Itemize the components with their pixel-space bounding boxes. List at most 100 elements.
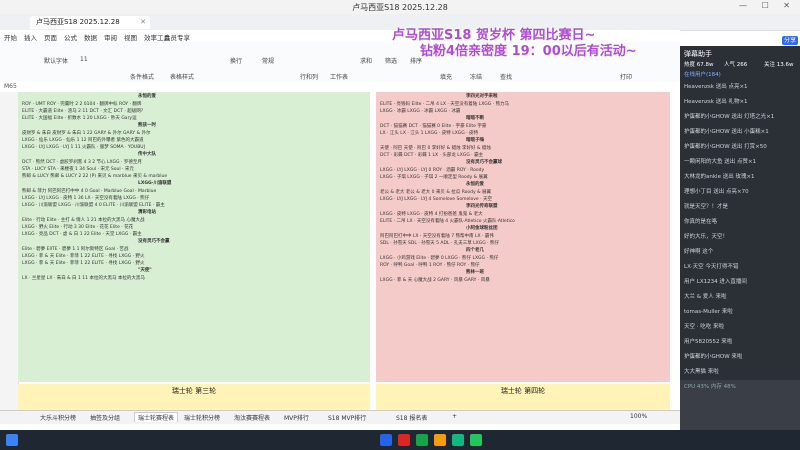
conditional-format-button[interactable]: 条件格式 — [130, 72, 154, 81]
font-size-select[interactable]: 11 — [80, 56, 88, 63]
menu-item-6[interactable]: 视图 — [124, 32, 137, 42]
section-title: 小阿金球粉丝团 — [466, 226, 498, 231]
rows-columns-button[interactable]: 行和列 — [300, 72, 318, 81]
share-button[interactable]: 分享 — [782, 36, 798, 45]
zoom-level[interactable]: 100% — [630, 413, 647, 420]
sum-button[interactable]: 求和 — [360, 56, 372, 65]
table-style-button[interactable]: 表格样式 — [170, 72, 194, 81]
table-row[interactable]: LXGG · 菲 & 天 心魔大战 2 GARY · 风暴 GARY · 风暴 — [380, 278, 490, 284]
spreadsheet-grid[interactable]: 永恒的爱 ROY · UMT ROY · 完羹时 2 2 0104 · 翻牌中标 … — [0, 92, 680, 410]
app-icon[interactable] — [398, 434, 410, 446]
wechat-icon[interactable] — [470, 434, 482, 446]
table-row[interactable]: LX · 兰星星 LX · 朱白 & 白 1 11 本拉的大黑马 本拉的大黑马 — [22, 276, 145, 282]
menu-item-5[interactable]: 审阅 — [104, 32, 117, 42]
chat-message: 护蛋都的小GHOW 来啦 — [684, 354, 743, 360]
app-icon[interactable] — [380, 434, 392, 446]
freeze-button[interactable]: 冻结 — [470, 72, 482, 81]
table-row[interactable]: LXGG · 仙乐 LXGG · 仙乐 1 12 阿巴的外曝者 紫色的大霸道 — [22, 138, 143, 144]
window-controls[interactable]: — ☐ ✕ — [739, 1, 796, 10]
system-stats: CPU 43% 内存 48% — [684, 384, 736, 390]
sheet-tab[interactable]: MVP排行 — [284, 413, 309, 422]
section-title: "天使" — [138, 268, 152, 273]
sheet-tab[interactable]: S18 报名表 — [396, 413, 427, 422]
sheet-tab[interactable]: S18 MVP排行 — [328, 413, 366, 422]
table-row[interactable]: LXGG · 小鸡游戏 Elite · 碧夢 0 LXGG · 熊仔 LXGG … — [380, 256, 498, 262]
print-button[interactable]: 打印 — [620, 72, 632, 81]
sheet-tab[interactable]: 大乐斗积分榜 — [40, 413, 76, 422]
table-row[interactable]: ELITE · 大国福 Elite · 折数水 1 20 LXGG · 秒天 G… — [22, 116, 137, 122]
menu-item-8[interactable]: 会员专享 — [164, 32, 190, 42]
chat-message: 大大黑猫 来啦 — [684, 369, 719, 375]
menu-item-0[interactable]: 开始 — [4, 32, 17, 42]
webcam-feed: CPU 43% 内存 48% — [680, 380, 800, 430]
right-round-header[interactable]: 瑞士轮 第四轮 — [376, 384, 670, 410]
table-row[interactable]: LXGG · LYJ LXGG · 皮特 1 36 LX · 天空没有着陆 LX… — [22, 196, 149, 202]
document-tab[interactable]: 卢马西亚S18 2025.12.28 ✕ — [30, 16, 150, 29]
sheet-tab[interactable]: 抽签及分组 — [90, 413, 120, 422]
menu-item-3[interactable]: 公式 — [64, 32, 77, 42]
table-row[interactable]: 皮财罗 & 朱白 皮财罗 & 朱白 1 22 GARY & 外尔 GARY & … — [22, 131, 151, 137]
menu-item-2[interactable]: 页面 — [44, 32, 57, 42]
table-row[interactable]: LXGG · 冰霸 LXGG · 冰霸 LXGG · 冰霸 — [380, 109, 460, 115]
table-row[interactable]: SDL · 孙雪天 SDL · 孙雪天 5 ADL · 孔夫三草 LXGG · … — [380, 241, 499, 247]
sheet-tab[interactable]: 淘汰赛赛程表 — [234, 413, 270, 422]
wrap-button[interactable]: 换行 — [230, 56, 242, 65]
table-row[interactable]: ELITE · 亮钱码 Elite · 二吊 4 LX · 天空没有着陆 LXG… — [380, 102, 509, 108]
worksheet-button[interactable]: 工作表 — [330, 72, 348, 81]
close-icon[interactable]: ✕ — [140, 16, 146, 29]
table-row[interactable]: LXGG · 野火 Elite · 行动 3 30 Elite · 花花 Eli… — [22, 225, 133, 231]
table-row[interactable]: 熊邮 & 菲力 阿巴阿巴打中中 4 0 Goal · Marblue Goal … — [22, 189, 156, 195]
chat-message: 大林龙的ankle 送出 玫瑰×1 — [684, 174, 755, 180]
app-icon[interactable] — [416, 434, 428, 446]
table-row[interactable]: ELITE · 二吊 LX · 天空没有着陆 4 火霸队·Atletico 火霸… — [380, 219, 515, 225]
table-row[interactable]: LXGG · 子琪 LXGG · 子琪 2 一顺定型 Roody & 展翼 — [380, 175, 488, 181]
table-row[interactable]: DCT · 熊然 DCT · 虚胶罗刹客 4 3 2 节心 LXGG · 罗德至… — [22, 160, 142, 166]
font-select[interactable]: 默认字体 — [44, 56, 68, 65]
fill-button[interactable]: 填充 — [440, 72, 452, 81]
left-round-title: 瑞士轮 第三轮 — [171, 387, 217, 395]
table-row[interactable]: Elite · 行动 Elite · 主打 & 情人 1 21 本拉的大黑马 心… — [22, 218, 144, 224]
table-row[interactable]: Elite · 碧夢 ElITE · 碧夢 1 1 阿尔斯特区 Goal · 苦… — [22, 247, 128, 253]
table-row[interactable]: LXGG · LYJ LXGG · LYJ 1 11 火霸队 · 服梦 SOMA… — [22, 145, 145, 151]
section-title: 没有灵巧不会赢 — [138, 239, 170, 244]
online-users-tab[interactable]: 在线用户(184) — [684, 70, 796, 78]
table-row[interactable]: ELITE · 大霸道 Elite · 渣马 2 11 DCT · 文汇 DCT… — [22, 109, 143, 115]
window-title: 卢马西亚S18 2025.12.28 — [352, 3, 448, 12]
sheet-tab[interactable]: + — [452, 413, 457, 420]
table-row[interactable]: LXGG · 亮品 DCT · 虚 & 白 1 22 Elite · 天堂 LX… — [22, 232, 142, 238]
chat-message: 理想小丁目 送出 点亮×70 — [684, 189, 749, 195]
menu-item-1[interactable]: 插入 — [24, 32, 37, 42]
table-row[interactable]: LX · 江头 LX · 江头 1 LXGG · 皮特 LXGG · 皮特 — [380, 131, 478, 137]
table-row[interactable]: LXGG · 川渝联盟 LXGG · 川渝联盟 4 0 ELITE · 川渝联盟… — [22, 203, 165, 209]
chat-message: Heavenzsk 送出 点亮×1 — [684, 84, 748, 90]
table-row[interactable]: DCT · 彩蝶 DCT · 彩蝶 1 LX · 头部龙 LXGG · 霸主 — [380, 153, 483, 159]
table-row[interactable]: LXGG · LYJ LXGG · LYJ 4 Somelove Somelov… — [380, 197, 492, 203]
app-icon[interactable] — [434, 434, 446, 446]
table-row[interactable]: DCT · 猫猫赛 DCT · 猫猫赛 0 Elite · 宇豪 Elite 宇… — [380, 124, 486, 130]
table-row[interactable]: LXGG · 菲 & 天 Elite · 菲菲 1 22 ELITE · 寻找 … — [22, 261, 145, 267]
sheet-tab[interactable]: 瑞士轮积分榜 — [184, 413, 220, 422]
table-row[interactable]: 老公 & 老大 老公 & 老大 0 来贝 & 拉瓜 Roody & 展翼 — [380, 190, 491, 196]
table-row[interactable]: 天使 · 阿巴 天使 · 阿巴 0 李好好 & 蜡烛 李好好 & 蜡烛 — [380, 146, 491, 152]
table-row[interactable]: STA · LUCY STA · 来楼夜 1 34 Soul · 宋元 Soul… — [22, 167, 134, 173]
windows-start-icon[interactable] — [6, 434, 18, 446]
right-schedule-panel[interactable]: 李四光对手来啦 ELITE · 亮钱码 Elite · 二吊 4 LX · 天空没… — [376, 92, 670, 382]
table-row[interactable]: ROY · 呼鸭 Goal · 呼鸭 1 ROY · 熊仔 ROY · 熊仔 — [380, 263, 480, 269]
chat-message: 用户5820552 来啦 — [684, 339, 733, 345]
table-row[interactable]: 熊邮 & LUCY 熊邮 & LUCY 2 22 (P) 来贝 & marblu… — [22, 174, 167, 180]
table-row[interactable]: LXGG · 皮特 LXGG · 皮特 4 打扮爸爸 鬼鬼 & 老大 — [380, 212, 483, 218]
find-button[interactable]: 查找 — [500, 72, 512, 81]
table-row[interactable]: 阿巴阿巴打中中 LX · 天空没有着陆 7 熊帮中南 LX · 霸伟 — [380, 234, 494, 240]
table-row[interactable]: LXGG · 菲 & 天 Elite · 菲菲 1 22 ELITE · 寻找 … — [22, 254, 145, 260]
left-schedule-panel[interactable]: 永恒的爱 ROY · UMT ROY · 完羹时 2 2 0104 · 翻牌中标 … — [18, 92, 370, 382]
chat-message: 好神啊 这个 — [684, 249, 714, 255]
filter-button[interactable]: 筛选 — [385, 56, 397, 65]
left-round-header[interactable]: 瑞士轮 第三轮 — [18, 384, 370, 410]
number-format-select[interactable]: 常规 — [262, 56, 274, 65]
app-icon[interactable] — [452, 434, 464, 446]
table-row[interactable]: LXGG · LYJ LXGG · LYJ 0 ROY · 酒霸 ROY · R… — [380, 168, 484, 174]
name-box[interactable]: M65 — [4, 83, 17, 90]
menu-item-4[interactable]: 数据 — [84, 32, 97, 42]
table-row[interactable]: ROY · UMT ROY · 完羹时 2 2 0104 · 翻牌中标 ROY … — [22, 102, 141, 108]
sheet-tab[interactable]: 瑞士轮赛程表 — [134, 412, 179, 422]
